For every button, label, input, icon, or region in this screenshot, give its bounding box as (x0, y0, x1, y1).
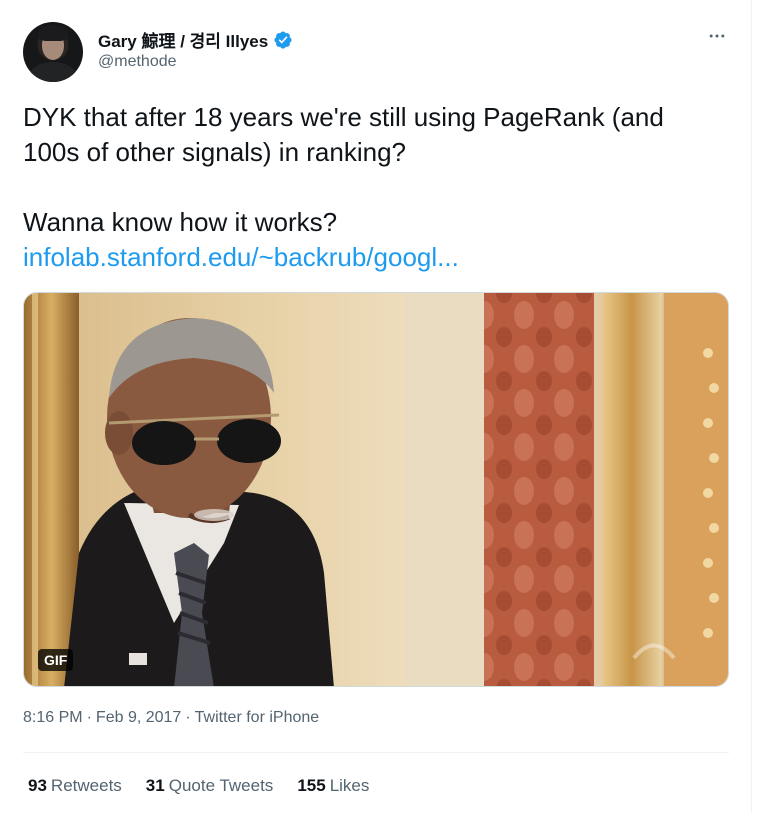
tweet-time[interactable]: 8:16 PM (23, 709, 83, 727)
gif-media[interactable]: GIF (23, 292, 729, 687)
tweet-stats: 93 Retweets 31 Quote Tweets 155 Likes (28, 776, 369, 796)
tweet-meta: 8:16 PM · Feb 9, 2017 · Twitter for iPho… (23, 709, 319, 727)
likes-stat[interactable]: 155 Likes (297, 776, 369, 796)
retweets-stat[interactable]: 93 Retweets (28, 776, 122, 796)
more-horizontal-icon (707, 26, 727, 51)
retweets-label: Retweets (50, 776, 122, 795)
column-border (751, 0, 752, 813)
more-options-button[interactable] (705, 26, 729, 50)
meta-separator: · (86, 709, 92, 726)
likes-label: Likes (329, 776, 370, 795)
tweet-header: Gary 鯨理 / 경리 Illyes @methode (23, 22, 735, 82)
quote-tweets-stat[interactable]: 31 Quote Tweets (146, 776, 274, 796)
quote-tweets-label: Quote Tweets (168, 776, 274, 795)
verified-badge-icon (273, 30, 293, 50)
likes-count: 155 (297, 776, 326, 795)
tweet-source[interactable]: Twitter for iPhone (195, 709, 320, 727)
tweet-date[interactable]: Feb 9, 2017 (96, 709, 181, 727)
tweet-text-line: Wanna know how it works? (23, 207, 338, 237)
avatar[interactable] (23, 22, 83, 82)
tweet-text: DYK that after 18 years we're still usin… (23, 100, 735, 275)
author-handle[interactable]: @methode (98, 53, 177, 71)
meta-separator: · (185, 709, 191, 726)
author-name-row[interactable]: Gary 鯨理 / 경리 Illyes (98, 27, 293, 52)
gif-badge: GIF (38, 649, 74, 671)
stats-divider (23, 752, 729, 753)
author-display-name[interactable]: Gary 鯨理 / 경리 Illyes (98, 27, 268, 52)
gif-preview-image (24, 293, 728, 686)
tweet-link[interactable]: infolab.stanford.edu/~backrub/googl... (23, 242, 459, 272)
quote-tweets-count: 31 (145, 776, 165, 795)
tweet-text-line: DYK that after 18 years we're still usin… (23, 102, 664, 132)
retweets-count: 93 (28, 776, 47, 795)
tweet-text-line: 100s of other signals) in ranking? (23, 137, 407, 167)
